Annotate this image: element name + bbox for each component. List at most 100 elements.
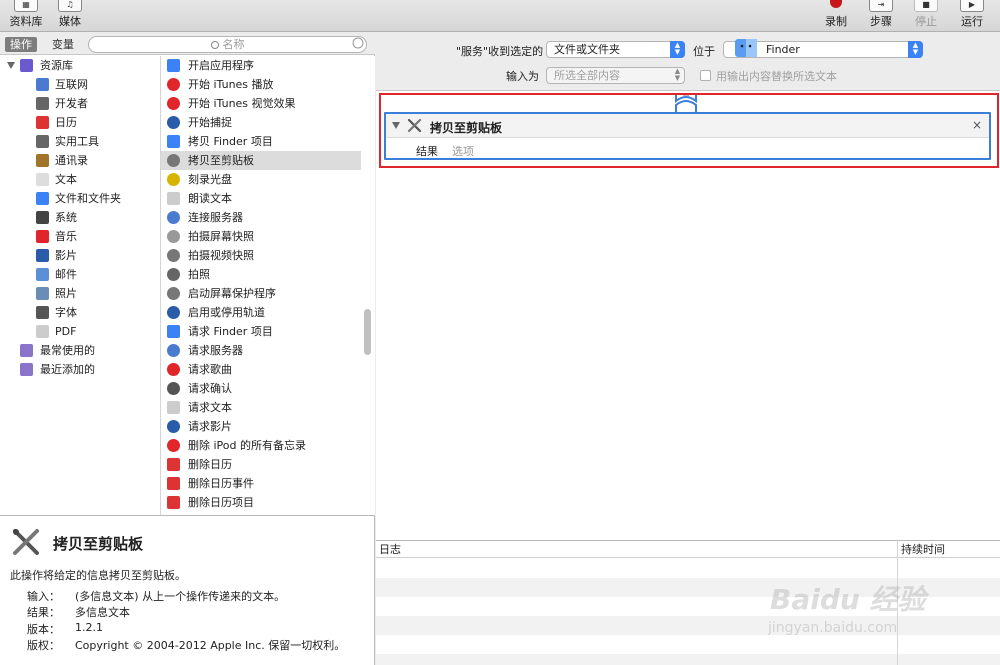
sidebar-item[interactable]: 通讯录 [0, 151, 160, 170]
finder-icon [167, 59, 180, 72]
sidebar-item[interactable]: 最常使用的 [0, 341, 160, 360]
photo-icon [36, 287, 49, 300]
sidebar-item-label: 互联网 [55, 78, 88, 91]
action-list-item[interactable]: 拍摄视频快照 [161, 246, 361, 265]
sidebar-item[interactable]: 系统 [0, 208, 160, 227]
media-button[interactable]: ♫ 媒体 [50, 0, 90, 32]
service-receives-label: "服务"收到选定的 [456, 45, 544, 58]
action-list-item-label: 拍摄屏幕快照 [188, 230, 254, 243]
action-list-item-label: 刻录光盘 [188, 173, 232, 186]
action-copy-to-clipboard[interactable]: 拷贝至剪贴板 × 结果 选项 [384, 112, 991, 160]
action-list-scrollbar[interactable] [364, 309, 371, 355]
action-list-item[interactable]: 请求确认 [161, 379, 361, 398]
sidebar-item[interactable]: 音乐 [0, 227, 160, 246]
action-list-item[interactable]: 开始捕捉 [161, 113, 361, 132]
sidebar-item-label: 系统 [55, 211, 77, 224]
toolbar: ▦ 资料库 ♫ 媒体 录制 ⇥ 步骤 ■ 停止 ▶ 运行 [0, 0, 1000, 32]
tab-variables[interactable]: 变量 [47, 37, 79, 52]
action-list-item[interactable]: 开始 iTunes 视觉效果 [161, 94, 361, 113]
sidebar-item[interactable]: 资源库 [0, 56, 160, 75]
sidebar-item[interactable]: 开发者 [0, 94, 160, 113]
run-button[interactable]: ▶ 运行 [952, 0, 992, 32]
action-list-item[interactable]: 拍摄屏幕快照 [161, 227, 361, 246]
input-type-select[interactable]: 文件或文件夹 ▲ ▼ [546, 41, 685, 58]
action-list-item[interactable]: 朗读文本 [161, 189, 361, 208]
action-list-item[interactable]: 请求影片 [161, 417, 361, 436]
action-list-item[interactable]: 拷贝 Finder 项目 [161, 132, 361, 151]
sidebar-item[interactable]: 实用工具 [0, 132, 160, 151]
finder-icon [735, 39, 757, 57]
category-list: 资源库互联网开发者日历实用工具通讯录 文本 文件和文件夹系统音乐 影片邮件照片字体 PD… [0, 56, 160, 515]
step-icon: ⇥ [869, 0, 893, 12]
screenshot-icon [167, 230, 180, 243]
sidebar-item[interactable]: PDF [0, 322, 160, 341]
replace-selection-checkbox[interactable] [700, 70, 711, 81]
description-pane: 拷贝至剪贴板 此操作将给定的信息拷贝至剪贴板。 输入： (多信息文本) 从上一个… [0, 515, 375, 665]
action-list-item[interactable]: 刻录光盘 [161, 170, 361, 189]
action-list-item[interactable]: 请求 Finder 项目 [161, 322, 361, 341]
tools-icon [36, 97, 49, 110]
duration-column-header[interactable]: 持续时间 [901, 541, 945, 558]
sidebar-item-label: 实用工具 [55, 135, 99, 148]
sidebar-item[interactable]: 字体 [0, 303, 160, 322]
library-tabs: 操作 变量 名称 [0, 33, 375, 55]
chevron-updown-icon: ▲ ▼ [908, 41, 923, 58]
action-list-item-label: 请求影片 [188, 420, 232, 433]
record-label: 录制 [825, 15, 847, 28]
action-list-item[interactable]: 开始 iTunes 播放 [161, 75, 361, 94]
camera-icon [167, 268, 180, 281]
automator-icon [167, 382, 180, 395]
action-list-item[interactable]: 启动屏幕保护程序 [161, 284, 361, 303]
music-icon [167, 439, 180, 452]
clear-search-icon[interactable] [352, 37, 364, 49]
sidebar-item[interactable]: 影片 [0, 246, 160, 265]
sidebar-item[interactable]: 最近添加的 [0, 360, 160, 379]
movie-icon [36, 249, 49, 262]
search-field[interactable]: 名称 [88, 36, 367, 53]
sidebar-item[interactable]: 邮件 [0, 265, 160, 284]
sidebar-item-label: 最常使用的 [40, 344, 95, 357]
action-list-item[interactable]: 删除日历事件 [161, 474, 361, 493]
action-header: 拷贝至剪贴板 × [386, 114, 989, 138]
close-icon[interactable]: × [972, 118, 982, 132]
action-list-item[interactable]: 连接服务器 [161, 208, 361, 227]
sidebar-item[interactable]: 文本 [0, 170, 160, 189]
description-key: 版本： [27, 623, 60, 636]
sidebar-item-label: 邮件 [55, 268, 77, 281]
step-button[interactable]: ⇥ 步骤 [861, 0, 901, 32]
action-list-item[interactable]: 拷贝至剪贴板 [161, 151, 361, 170]
record-button[interactable]: 录制 [816, 0, 856, 32]
sidebar-item[interactable]: 照片 [0, 284, 160, 303]
input-is-select[interactable]: 所选全部内容 ▲ ▼ [546, 67, 685, 84]
action-list-item[interactable]: 删除日历 [161, 455, 361, 474]
library-button[interactable]: ▦ 资料库 [6, 0, 46, 32]
tools-icon [407, 118, 422, 133]
action-list-item[interactable]: 删除 iPod 的所有备忘录 [161, 436, 361, 455]
action-list-item-label: 删除日历项目 [188, 496, 254, 509]
location-select[interactable]: Finder ▲ ▼ [723, 39, 923, 58]
sidebar-item[interactable]: 文件和文件夹 [0, 189, 160, 208]
action-list-item[interactable]: 开启应用程序 [161, 56, 361, 75]
disclosure-triangle-icon[interactable] [392, 122, 400, 129]
sidebar-item[interactable]: 日历 [0, 113, 160, 132]
disclosure-triangle-icon[interactable] [7, 62, 15, 69]
action-list-item[interactable]: 启用或停用轨道 [161, 303, 361, 322]
tab-actions[interactable]: 操作 [5, 37, 37, 52]
action-list-item[interactable]: 请求歌曲 [161, 360, 361, 379]
tab-options[interactable]: 选项 [452, 143, 474, 159]
sidebar-item[interactable]: 互联网 [0, 75, 160, 94]
action-list-item[interactable]: 请求文本 [161, 398, 361, 417]
action-list-item[interactable]: 请求服务器 [161, 341, 361, 360]
action-list-item[interactable]: 拍照 [161, 265, 361, 284]
sidebar-item-label: 照片 [55, 287, 77, 300]
tab-results[interactable]: 结果 [416, 143, 438, 159]
action-list-item[interactable]: 删除日历项目 [161, 493, 361, 512]
stop-icon: ■ [914, 0, 938, 12]
action-list-item-label: 拷贝至剪贴板 [188, 154, 254, 167]
log-column-header[interactable]: 日志 [379, 541, 401, 558]
sidebar-item-label: 日历 [55, 116, 77, 129]
watermark-brand: Baidu 经验 [770, 583, 926, 616]
description-key: 版权： [27, 639, 60, 652]
smart-folder-icon [20, 363, 33, 376]
stop-button[interactable]: ■ 停止 [906, 0, 946, 32]
